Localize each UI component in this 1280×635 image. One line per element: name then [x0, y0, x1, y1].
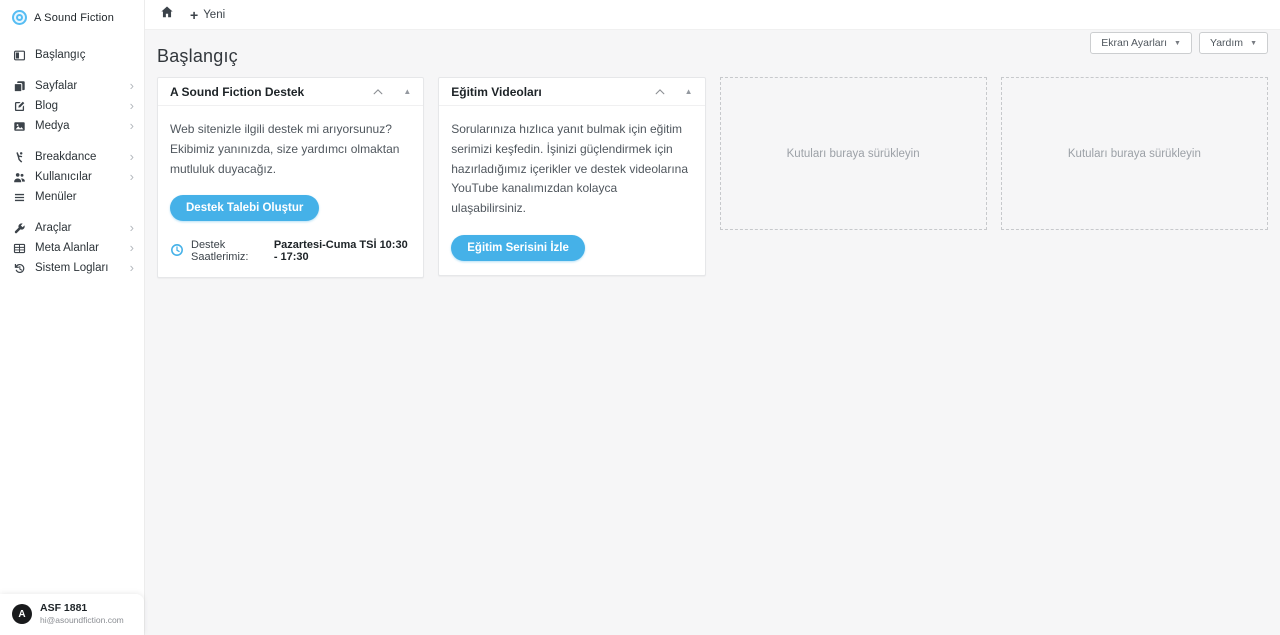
- new-content-button[interactable]: + Yeni: [190, 8, 225, 22]
- support-hours-label: Destek Saatlerimiz:: [191, 239, 249, 264]
- nav-group-system: Araçlar › Meta Alanlar › Sistem Logları …: [0, 218, 144, 278]
- widget-dropzone-2[interactable]: Kutuları buraya sürükleyin: [1000, 77, 1268, 230]
- sidebar-item-menuler[interactable]: Menüler: [0, 187, 144, 207]
- move-up-icon[interactable]: ▲: [403, 88, 411, 96]
- sidebar-item-kullanicilar[interactable]: Kullanıcılar ›: [0, 167, 144, 187]
- chevron-right-icon: ›: [129, 118, 134, 133]
- admin-app: A Sound Fiction Başlangıç Sayfalar › Blo…: [0, 0, 1280, 635]
- user-email: hi@asoundfiction.com: [40, 615, 124, 626]
- edit-icon: [13, 100, 26, 113]
- watch-training-series-button[interactable]: Eğitim Serisini İzle: [451, 234, 585, 261]
- chevron-right-icon: ›: [129, 78, 134, 93]
- chevron-right-icon: ›: [129, 169, 134, 184]
- sidebar-item-label: Breakdance: [35, 151, 97, 163]
- menu-list-icon: [13, 191, 26, 204]
- sidebar-item-medya[interactable]: Medya ›: [0, 116, 144, 136]
- support-hours-row: Destek Saatlerimiz: Pazartesi-Cuma TSİ 1…: [170, 239, 411, 263]
- videos-text: Sorularınıza hızlıca yanıt bulmak için e…: [451, 122, 689, 216]
- move-up-icon[interactable]: ▲: [685, 88, 693, 96]
- admin-topbar: + Yeni: [145, 0, 1280, 30]
- collapse-toggle-button[interactable]: [371, 85, 385, 99]
- support-text: Web sitenizle ilgili destek mi arıyorsun…: [170, 122, 400, 176]
- widget-body: Sorularınıza hızlıca yanıt bulmak için e…: [439, 106, 704, 275]
- home-button[interactable]: [160, 5, 174, 24]
- caret-down-icon: ▼: [1174, 39, 1181, 47]
- sidebar-item-breakdance[interactable]: Breakdance ›: [0, 147, 144, 167]
- home-icon: [160, 5, 174, 24]
- chevron-right-icon: ›: [129, 260, 134, 275]
- sidebar-item-label: Sayfalar: [35, 80, 78, 92]
- plus-icon: +: [190, 6, 199, 23]
- table-icon: [13, 242, 26, 255]
- user-name: ASF 1881: [40, 602, 88, 615]
- widget-training-videos: Eğitim Videoları ▲ Sorularınıza hızlıca …: [438, 77, 706, 276]
- chevron-right-icon: ›: [129, 149, 134, 164]
- sidebar-nav: Başlangıç Sayfalar › Blog › Medya › Brea…: [0, 33, 144, 278]
- sidebar-item-label: Blog: [35, 100, 59, 112]
- breakdance-icon: [13, 151, 26, 164]
- widget-title: A Sound Fiction Destek: [170, 85, 305, 99]
- sidebar-item-sistem-loglari[interactable]: Sistem Logları ›: [0, 258, 144, 278]
- help-button[interactable]: Yardım ▼: [1198, 32, 1268, 54]
- screen-meta-links: Ekran Ayarları ▼ Yardım ▼: [1090, 32, 1268, 54]
- sidebar-item-label: Araçlar: [35, 222, 72, 234]
- widgets-grid: A Sound Fiction Destek ▲ Web sitenizle i…: [157, 77, 1268, 279]
- chevron-right-icon: ›: [129, 220, 134, 235]
- screen-options-button[interactable]: Ekran Ayarları ▼: [1090, 32, 1192, 54]
- dropzone-placeholder: Kutuları buraya sürükleyin: [1067, 147, 1201, 160]
- brand-name: A Sound Fiction: [34, 11, 115, 24]
- widget-dropzone-1[interactable]: Kutuları buraya sürükleyin: [719, 77, 987, 230]
- widget-body: Web sitenizle ilgili destek mi arıyorsun…: [158, 106, 423, 277]
- users-icon: [13, 171, 26, 184]
- history-icon: [13, 262, 26, 275]
- sidebar-item-label: Kullanıcılar: [35, 171, 92, 183]
- collapse-toggle-button[interactable]: [653, 85, 667, 99]
- sidebar-item-meta-alanlar[interactable]: Meta Alanlar ›: [0, 238, 144, 258]
- sidebar-item-sayfalar[interactable]: Sayfalar ›: [0, 76, 144, 96]
- widget-title: Eğitim Videoları: [451, 85, 542, 99]
- dashboard-content: Ekran Ayarları ▼ Yardım ▼ Başlangıç A So…: [145, 30, 1280, 635]
- widget-header: Eğitim Videoları ▲: [439, 78, 705, 106]
- sidebar: A Sound Fiction Başlangıç Sayfalar › Blo…: [0, 0, 145, 635]
- sidebar-item-label: Meta Alanlar: [35, 242, 99, 254]
- pages-icon: [13, 80, 26, 93]
- media-icon: [13, 120, 26, 133]
- widget-support: A Sound Fiction Destek ▲ Web sitenizle i…: [157, 77, 425, 279]
- sidebar-item-label: Menüler: [35, 191, 77, 203]
- sidebar-item-label: Medya: [35, 120, 70, 132]
- avatar: A: [12, 604, 32, 625]
- nav-group-dashboard: Başlangıç: [0, 45, 144, 65]
- sidebar-item-label: Başlangıç: [35, 49, 86, 61]
- brand-logo-icon: [12, 10, 27, 25]
- dropzone-placeholder: Kutuları buraya sürükleyin: [786, 147, 920, 160]
- widget-header: A Sound Fiction Destek ▲: [158, 78, 424, 106]
- screen-options-label: Ekran Ayarları: [1101, 37, 1168, 49]
- user-profile[interactable]: A ASF 1881 hi@asoundfiction.com: [0, 594, 144, 635]
- support-hours-value: Pazartesi-Cuma TSİ 10:30 - 17:30: [273, 239, 408, 264]
- help-label: Yardım: [1209, 37, 1244, 49]
- create-support-ticket-button[interactable]: Destek Talebi Oluştur: [170, 195, 320, 222]
- nav-group-content: Sayfalar › Blog › Medya ›: [0, 76, 144, 136]
- dashboard-icon: [13, 49, 26, 62]
- clock-icon: [170, 243, 184, 260]
- brand-home-link[interactable]: A Sound Fiction: [0, 0, 144, 33]
- new-label: Yeni: [203, 8, 226, 21]
- sidebar-item-blog[interactable]: Blog ›: [0, 96, 144, 116]
- sidebar-item-baslangic[interactable]: Başlangıç: [0, 45, 144, 65]
- chevron-right-icon: ›: [129, 98, 134, 113]
- caret-down-icon: ▼: [1250, 39, 1257, 47]
- wrench-icon: [13, 222, 26, 235]
- nav-group-site: Breakdance › Kullanıcılar › Menüler: [0, 147, 144, 207]
- sidebar-item-araclar[interactable]: Araçlar ›: [0, 218, 144, 238]
- main-area: + Yeni Ekran Ayarları ▼ Yardım ▼ Başlang…: [145, 0, 1280, 635]
- chevron-right-icon: ›: [129, 240, 134, 255]
- sidebar-item-label: Sistem Logları: [35, 262, 109, 274]
